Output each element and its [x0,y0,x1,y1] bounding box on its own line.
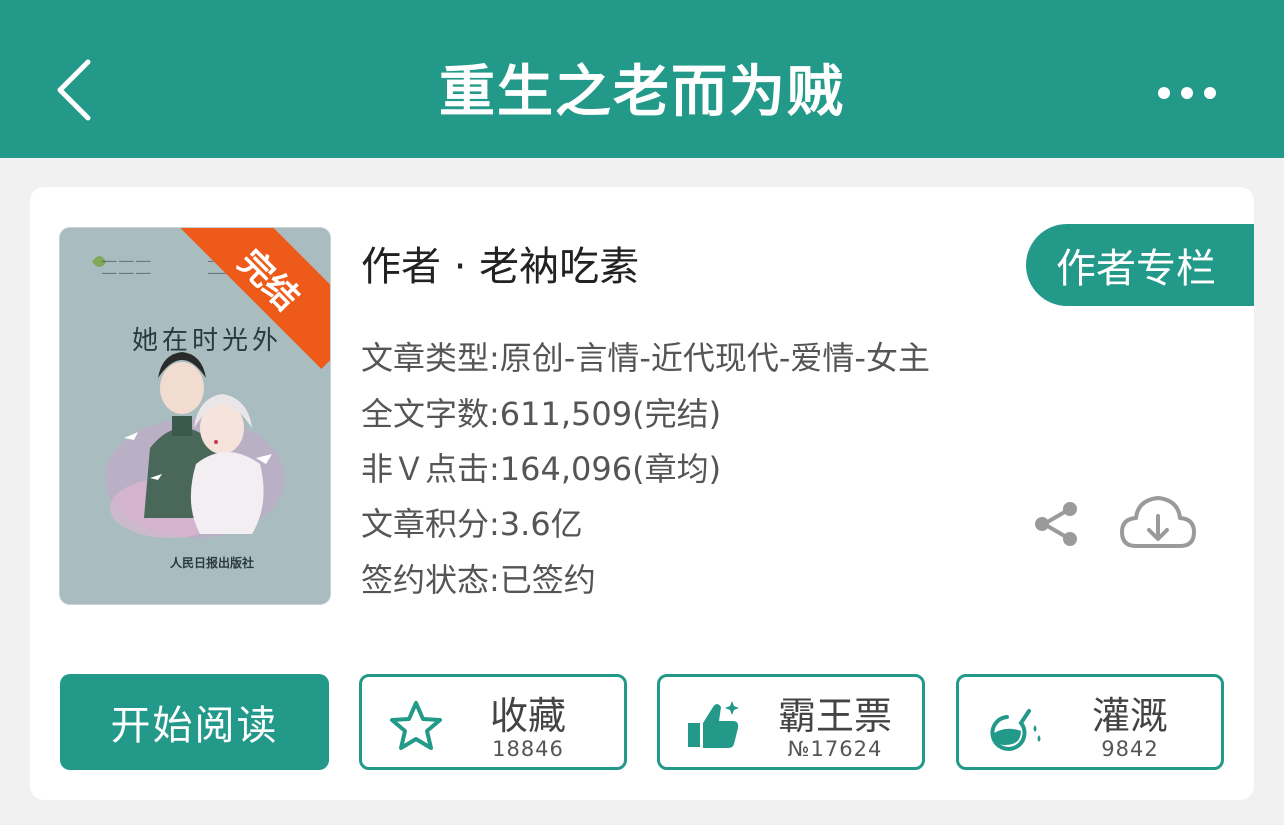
cloud-download-icon [1120,496,1196,548]
water-count: 9842 [1101,737,1159,761]
book-cover[interactable]: ─── ─── ────── ─── ─── ──── ──────── ───… [60,228,330,604]
more-button[interactable] [1150,72,1224,114]
vote-count: №17624 [787,737,883,761]
water-button[interactable]: 灌溉 9842 [956,674,1224,770]
cover-publisher: 人民日报出版社 [170,556,255,570]
meta-clicks: 非Ｖ点击:164,096(章均) [361,450,722,488]
meta-score: 文章积分:3.6亿 [361,505,583,543]
meta-sign-status: 签约状态:已签约 [361,561,596,599]
meta-word-count: 全文字数:611,509(完结) [361,395,722,433]
start-reading-button[interactable]: 开始阅读 [60,674,329,770]
author-line[interactable]: 作者 · 老衲吃素 [361,240,639,294]
favorite-count: 18846 [492,737,564,761]
author-column-button[interactable]: 作者专栏 [1026,224,1254,306]
more-horizontal-icon [1158,87,1170,99]
thumbs-up-icon [688,701,739,748]
share-button[interactable] [1030,498,1082,550]
favorite-label: 收藏 [489,694,566,738]
meta-type: 文章类型:原创-言情-近代现代-爱情-女主 [361,339,930,377]
cover-title: 她在时光外 [132,326,283,356]
vote-button[interactable]: 霸王票 №17624 [657,674,925,770]
water-label: 灌溉 [1091,694,1168,738]
page-title: 重生之老而为贼 [439,60,845,125]
share-icon [1035,502,1077,546]
vote-label: 霸王票 [777,694,892,738]
download-button[interactable] [1118,494,1198,554]
top-bar: 重生之老而为贼 [0,0,1284,158]
nutrient-flask-icon [990,709,1041,751]
favorite-button[interactable]: 收藏 18846 [359,674,627,770]
